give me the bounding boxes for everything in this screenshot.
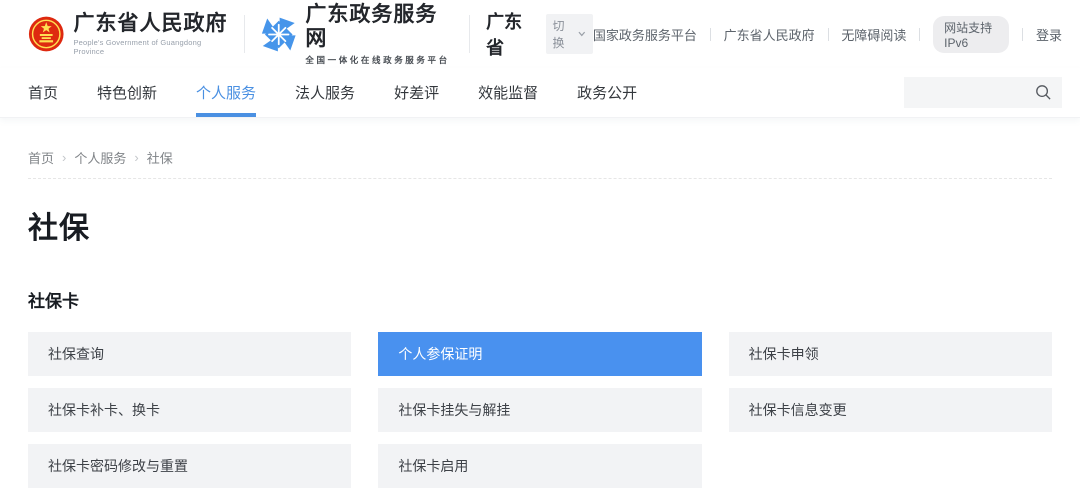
portal-logo-title: 广东政务服务网 bbox=[305, 3, 453, 51]
breadcrumb: 首页 › 个人服务 › 社保 bbox=[28, 148, 1052, 179]
section-title-social-security-card: 社保卡 bbox=[28, 287, 1052, 312]
gov-logo-text: 广东省人民政府 People's Government of Guangdong… bbox=[73, 12, 227, 56]
card-card-loss-report[interactable]: 社保卡挂失与解挂 bbox=[378, 388, 701, 432]
login-button[interactable]: 登录 bbox=[1036, 25, 1062, 44]
card-card-application[interactable]: 社保卡申领 bbox=[729, 332, 1052, 376]
region-selector: 广东省 切换 bbox=[486, 8, 593, 60]
card-card-password-reset[interactable]: 社保卡密码修改与重置 bbox=[28, 444, 351, 488]
nav-item-corporate-services[interactable]: 法人服务 bbox=[295, 68, 355, 117]
link-provincial-government[interactable]: 广东省人民政府 bbox=[724, 25, 815, 44]
breadcrumb-separator: › bbox=[62, 150, 66, 165]
divider bbox=[919, 28, 920, 41]
card-card-info-change[interactable]: 社保卡信息变更 bbox=[729, 388, 1052, 432]
card-card-activation[interactable]: 社保卡启用 bbox=[378, 444, 701, 488]
card-personal-insurance-certificate[interactable]: 个人参保证明 bbox=[378, 332, 701, 376]
gov-logo[interactable]: 广东省人民政府 People's Government of Guangdong… bbox=[28, 12, 228, 56]
link-national-platform[interactable]: 国家政务服务平台 bbox=[593, 25, 697, 44]
gov-logo-subtitle: People's Government of Guangdong Provinc… bbox=[73, 38, 227, 56]
region-switch-label: 切换 bbox=[553, 17, 576, 51]
portal-logo-text: 广东政务服务网 全国一体化在线政务服务平台 bbox=[305, 3, 453, 66]
link-accessibility[interactable]: 无障碍阅读 bbox=[841, 25, 906, 44]
portal-logo-subtitle: 全国一体化在线政务服务平台 bbox=[305, 54, 453, 66]
card-social-insurance-query[interactable]: 社保查询 bbox=[28, 332, 351, 376]
search-icon[interactable] bbox=[1035, 84, 1052, 101]
main-nav: 首页 特色创新 个人服务 法人服务 好差评 效能监督 政务公开 bbox=[0, 68, 1080, 118]
top-links: 国家政务服务平台 广东省人民政府 无障碍阅读 网站支持IPv6 登录 bbox=[593, 16, 1062, 53]
divider bbox=[828, 28, 829, 41]
breadcrumb-separator: › bbox=[134, 150, 138, 165]
divider bbox=[244, 15, 245, 53]
nav-item-personal-services[interactable]: 个人服务 bbox=[196, 68, 256, 117]
divider bbox=[710, 28, 711, 41]
breadcrumb-social-insurance: 社保 bbox=[147, 148, 173, 167]
nav-item-home[interactable]: 首页 bbox=[28, 68, 58, 117]
breadcrumb-personal-services[interactable]: 个人服务 bbox=[74, 148, 126, 167]
breadcrumb-home[interactable]: 首页 bbox=[28, 148, 54, 167]
nav-item-efficiency-supervision[interactable]: 效能监督 bbox=[478, 68, 538, 117]
region-switch-button[interactable]: 切换 bbox=[546, 14, 593, 54]
ipv6-badge[interactable]: 网站支持IPv6 bbox=[933, 16, 1009, 53]
region-name: 广东省 bbox=[486, 8, 537, 60]
nav-item-service-rating[interactable]: 好差评 bbox=[394, 68, 439, 117]
divider bbox=[469, 15, 470, 53]
pinwheel-logo-icon bbox=[261, 16, 297, 53]
portal-logo[interactable]: 广东政务服务网 全国一体化在线政务服务平台 bbox=[261, 3, 453, 66]
nav-item-government-disclosure[interactable]: 政务公开 bbox=[577, 68, 637, 117]
national-emblem-icon bbox=[28, 15, 64, 53]
search-input[interactable] bbox=[904, 77, 1062, 108]
page-title: 社保 bbox=[28, 203, 1052, 247]
divider bbox=[1022, 28, 1023, 41]
top-bar: 广东省人民政府 People's Government of Guangdong… bbox=[0, 0, 1080, 68]
gov-logo-title: 广东省人民政府 bbox=[73, 12, 227, 36]
chevron-down-icon bbox=[578, 31, 586, 37]
nav-item-featured-innovation[interactable]: 特色创新 bbox=[97, 68, 157, 117]
service-card-grid: 社保查询 个人参保证明 社保卡申领 社保卡补卡、换卡 社保卡挂失与解挂 社保卡信… bbox=[28, 332, 1052, 488]
card-card-replacement[interactable]: 社保卡补卡、换卡 bbox=[28, 388, 351, 432]
